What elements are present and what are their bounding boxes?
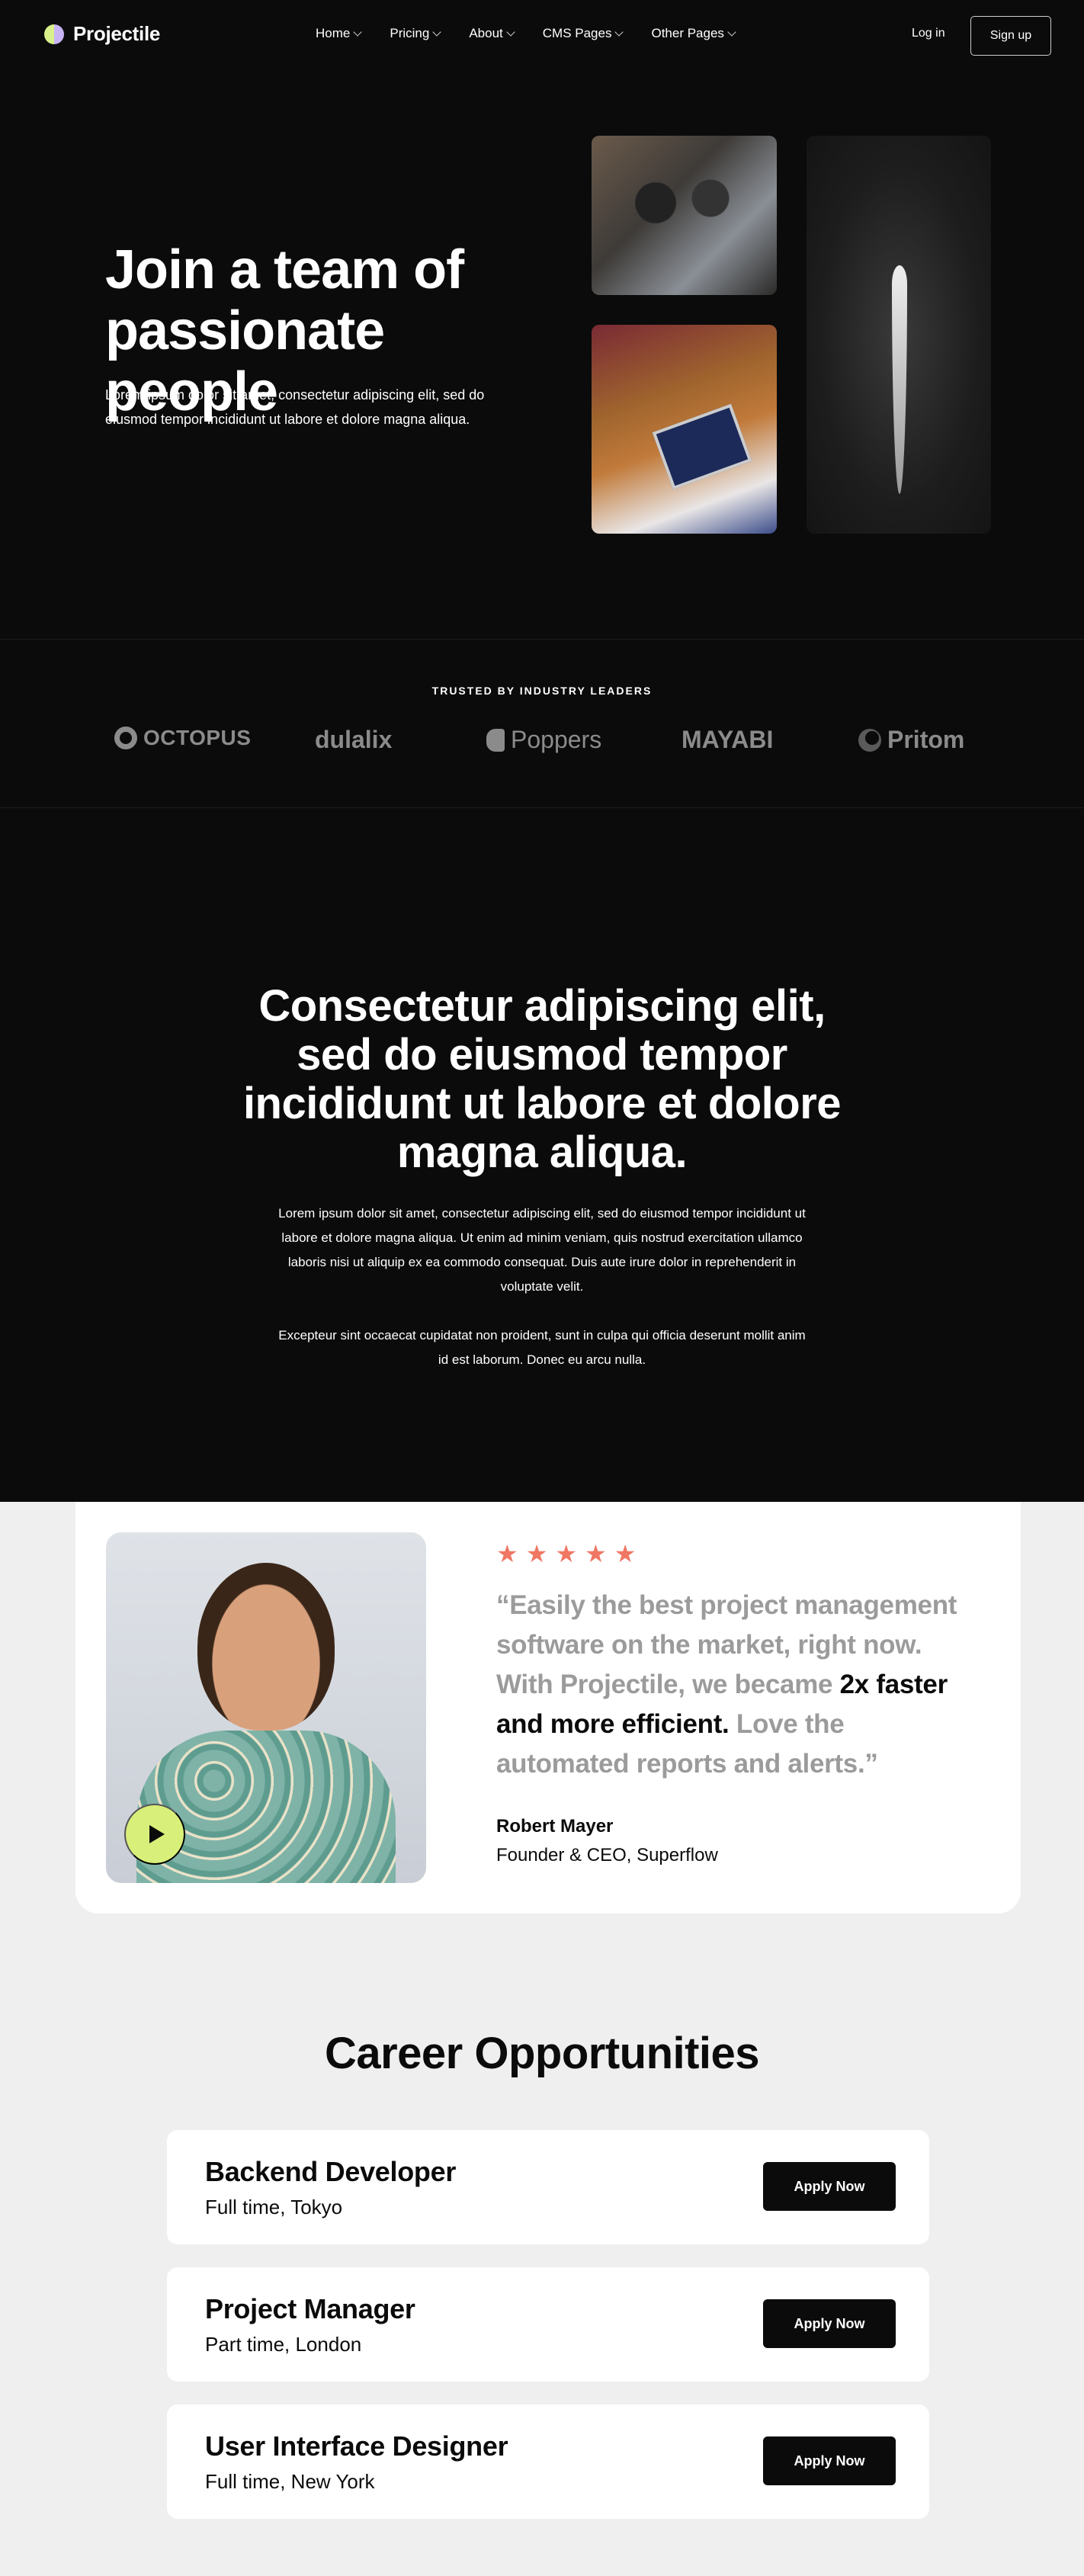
job-card-backend-developer: Backend Developer Full time, Tokyo Apply…	[167, 2130, 929, 2244]
nav-item-pricing[interactable]: Pricing	[390, 26, 441, 41]
job-card-project-manager: Project Manager Part time, London Apply …	[167, 2267, 929, 2382]
nav-item-label: Home	[316, 26, 351, 40]
brand-label: MAYABI	[682, 726, 774, 753]
star-icon: ★	[525, 1540, 548, 1567]
job-meta: Full time, New York	[205, 2470, 375, 2493]
team-working-image	[592, 136, 777, 295]
customer-portrait	[106, 1532, 426, 1883]
brand-name: Projectile	[73, 22, 161, 45]
play-icon	[149, 1825, 165, 1843]
star-icon: ★	[496, 1540, 518, 1567]
brand-logo-pritom: Pritom	[858, 726, 964, 754]
author-role: Founder & CEO, Superflow	[496, 1845, 718, 1865]
pritom-logo-icon	[858, 728, 881, 752]
nav-item-cms-pages[interactable]: CMS Pages	[542, 26, 624, 41]
top-navigation: Projectile Home Pricing About CMS Pages …	[0, 0, 1084, 70]
careers-heading: Career Opportunities	[324, 2029, 760, 2078]
rowing-boat-image	[807, 136, 991, 534]
nav-item-other-pages[interactable]: Other Pages	[651, 26, 736, 41]
brand-label: Pritom	[887, 726, 965, 753]
logo-icon	[44, 24, 64, 44]
star-icon: ★	[585, 1540, 607, 1567]
apply-now-button[interactable]: Apply Now	[763, 2162, 896, 2211]
star-icon: ★	[614, 1540, 637, 1567]
nav-item-label: Pricing	[390, 26, 430, 40]
octopus-logo-icon	[114, 727, 137, 749]
chevron-down-icon	[614, 27, 624, 37]
nav-links: Home Pricing About CMS Pages Other Pages	[316, 26, 764, 41]
job-meta: Full time, Tokyo	[205, 2196, 343, 2218]
brand-logo[interactable]: Projectile	[44, 22, 160, 46]
trusted-by-section: TRUSTED BY INDUSTRY LEADERS OCTOPUS dula…	[0, 639, 1084, 808]
star-rating: ★ ★ ★ ★ ★	[496, 1541, 636, 1566]
star-icon: ★	[555, 1540, 578, 1567]
trusted-title: TRUSTED BY INDUSTRY LEADERS	[431, 685, 653, 697]
brand-label: dulalix	[315, 726, 393, 753]
brand-logo-mayabi: MAYABI	[682, 726, 773, 754]
nav-item-about[interactable]: About	[469, 26, 515, 41]
brand-logo-dulalix: dulalix	[315, 726, 392, 754]
mission-statement-section: Consectetur adipiscing elit, sed do eius…	[0, 808, 1084, 1502]
chevron-down-icon	[506, 27, 515, 37]
nav-item-label: About	[469, 26, 503, 40]
chevron-down-icon	[727, 27, 736, 37]
job-card-ui-designer: User Interface Designer Full time, New Y…	[167, 2404, 929, 2519]
job-title: Backend Developer	[205, 2156, 457, 2187]
nav-item-home[interactable]: Home	[316, 26, 363, 41]
apply-now-button[interactable]: Apply Now	[763, 2436, 896, 2485]
statement-paragraph-2: Excepteur sint occaecat cupidatat non pr…	[278, 1328, 806, 1367]
statement-paragraph-1: Lorem ipsum dolor sit amet, consectetur …	[278, 1206, 806, 1294]
brand-label: Poppers	[511, 726, 602, 753]
testimonial-card: ★ ★ ★ ★ ★ “Easily the best project manag…	[75, 1502, 1021, 1914]
brand-logo-poppers: Poppers	[486, 726, 601, 754]
apply-now-button[interactable]: Apply Now	[763, 2299, 896, 2348]
nav-item-label: Other Pages	[651, 26, 724, 40]
chevron-down-icon	[432, 27, 441, 37]
nav-item-label: CMS Pages	[542, 26, 612, 40]
play-video-button[interactable]	[124, 1804, 185, 1865]
hero-section: Join a team of passionate people Lorem i…	[0, 70, 1084, 639]
statement-heading: Consectetur adipiscing elit, sed do eius…	[242, 981, 842, 1177]
poppers-logo-icon	[486, 728, 505, 752]
brand-logo-octopus: OCTOPUS	[114, 726, 251, 750]
job-title: User Interface Designer	[205, 2430, 508, 2462]
hero-subtitle: Lorem ipsum dolor sit amet, consectetur …	[105, 387, 485, 427]
author-name: Robert Mayer	[496, 1816, 614, 1837]
brand-label: OCTOPUS	[143, 726, 252, 749]
testimonial-quote: “Easily the best project management soft…	[496, 1586, 984, 1784]
job-title: Project Manager	[205, 2293, 415, 2324]
signup-button[interactable]: Sign up	[970, 16, 1051, 56]
login-link[interactable]: Log in	[912, 27, 945, 40]
laptop-desk-image	[592, 325, 777, 534]
chevron-down-icon	[353, 27, 363, 37]
job-meta: Part time, London	[205, 2333, 362, 2356]
